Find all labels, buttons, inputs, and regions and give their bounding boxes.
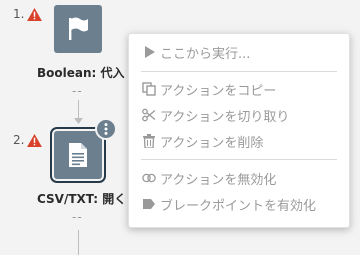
step-2-number-row: 2. [13,133,43,147]
warning-icon [27,7,43,21]
menu-label-disable-action: アクションを無効化 [160,172,277,188]
flag-icon [69,17,88,40]
menu-item-copy-action[interactable]: アクションをコピー [142,78,276,100]
trash-icon [142,134,156,148]
menu-item-delete-action[interactable]: アクションを削除 [142,130,263,152]
action-more-button[interactable] [95,118,117,140]
scissors-icon [142,108,156,122]
menu-label-run-from-here: ここから実行... [160,46,251,62]
connector-line [78,230,79,255]
step-1-number: 1. [13,7,25,21]
play-icon [142,45,156,59]
step-1-label: Boolean: 代入 [37,66,125,80]
menu-item-cut-action[interactable]: アクションを切り取り [142,104,289,126]
step-1-number-row: 1. [13,7,43,21]
step-2-number: 2. [13,133,25,147]
step-2-action-tile[interactable] [50,127,106,183]
step-1-action-tile[interactable] [54,5,102,53]
connector-line [78,100,79,120]
vertical-ellipsis-icon [104,123,108,135]
step-2-dash: -- [72,210,83,224]
step-1-dash: -- [72,84,83,98]
disable-icon [142,171,156,185]
breakpoint-icon [142,197,156,211]
copy-icon [142,82,156,96]
warning-icon [27,133,43,147]
menu-label-cut-action: アクションを切り取り [160,109,290,125]
menu-divider [141,159,337,160]
menu-item-disable-action[interactable]: アクションを無効化 [142,167,276,189]
step-2-label: CSV/TXT: 開く [37,192,127,206]
menu-item-run-from-here[interactable]: ここから実行... [142,41,250,63]
menu-item-enable-breakpoint[interactable]: ブレークポイントを有効化 [142,193,316,215]
menu-label-enable-breakpoint: ブレークポイントを有効化 [160,198,317,214]
menu-label-delete-action: アクションを削除 [160,135,264,151]
menu-label-copy-action: アクションをコピー [160,83,277,99]
menu-divider [141,71,337,72]
action-context-menu: ここから実行... アクションをコピー アクションを切り取り アクションを削除 … [128,33,350,228]
document-icon [69,143,87,167]
connector-arrow-icon [74,118,83,124]
